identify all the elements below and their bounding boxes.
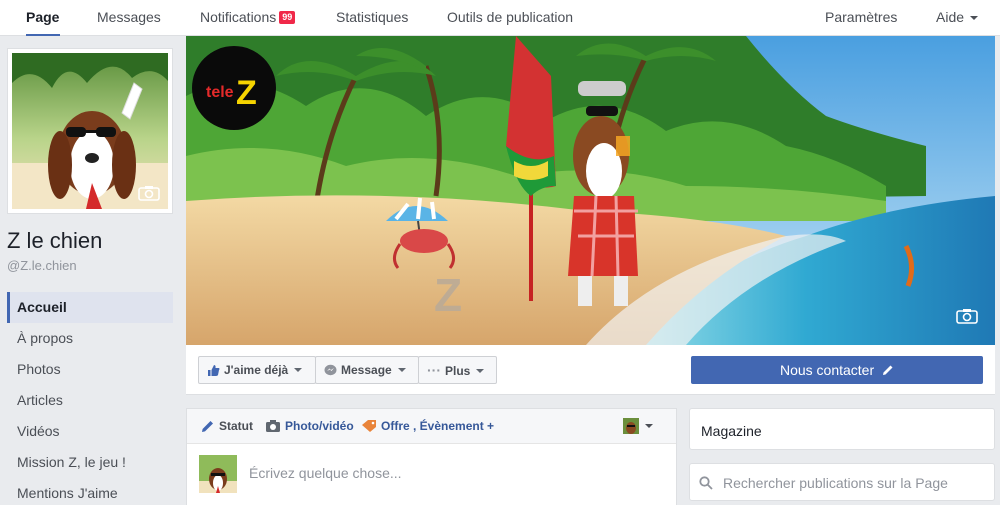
- svg-text:Z: Z: [434, 269, 462, 321]
- composer-input[interactable]: Écrivez quelque chose...: [249, 465, 402, 481]
- composer-tab-status-label: Statut: [219, 419, 253, 433]
- chevron-down-icon: [476, 369, 485, 373]
- page-title: Z le chien: [7, 228, 103, 253]
- left-nav: Accueil À propos Photos Articles Vidéos …: [7, 292, 173, 505]
- pencil-icon: [883, 365, 893, 375]
- chevron-down-icon: [397, 368, 406, 372]
- nav-item-home[interactable]: Accueil: [7, 292, 173, 323]
- post-as-selector[interactable]: [623, 409, 653, 444]
- composer-tab-photo[interactable]: Photo/vidéo: [265, 409, 354, 444]
- composer-tab-offer[interactable]: Offre , Évènement +: [361, 409, 494, 444]
- cover-image: Z tele Z: [186, 36, 995, 345]
- composer-tab-photo-label: Photo/vidéo: [285, 419, 354, 433]
- composer-tab-status[interactable]: Statut: [201, 409, 253, 444]
- page-action-bar: J'aime déjà Message ··· Plus Nous contact…: [186, 345, 995, 395]
- chevron-down-icon: [645, 424, 653, 428]
- liked-button-label: J'aime déjà: [224, 363, 289, 377]
- offer-tag-icon: [362, 420, 376, 432]
- tab-help-label: Aide: [936, 9, 965, 25]
- avatar: [199, 455, 237, 493]
- nav-item-articles[interactable]: Articles: [7, 385, 173, 416]
- top-nav: Page Messages Notifications 99 Statistiqu…: [0, 0, 1000, 36]
- composer-tabs: Statut Photo/vidéo Offre , Évènement +: [187, 409, 676, 444]
- post-composer: Statut Photo/vidéo Offre , Évènement + É…: [186, 408, 677, 505]
- notifications-badge: 99: [279, 11, 296, 24]
- page-search-box[interactable]: Rechercher publications sur la Page: [689, 463, 995, 501]
- contact-button-label: Nous contacter: [779, 362, 875, 378]
- thumbs-up-icon: [208, 365, 220, 376]
- tab-statistics[interactable]: Statistiques: [336, 0, 408, 36]
- page-avatar-icon: [623, 418, 639, 434]
- more-button[interactable]: ··· Plus: [418, 356, 497, 384]
- tab-publishing-tools[interactable]: Outils de publication: [447, 0, 573, 36]
- chevron-down-icon: [294, 368, 303, 372]
- cover-photo[interactable]: Z tele Z: [186, 36, 995, 345]
- nav-item-mission[interactable]: Mission Z, le jeu !: [7, 447, 173, 478]
- magazine-card[interactable]: Magazine: [689, 408, 995, 450]
- nav-item-about[interactable]: À propos: [7, 323, 173, 354]
- contact-button[interactable]: Nous contacter: [691, 356, 983, 384]
- page-search-input[interactable]: Rechercher publications sur la Page: [723, 475, 948, 491]
- tab-notifications-label: Notifications: [200, 9, 277, 25]
- tab-settings[interactable]: Paramètres: [825, 0, 897, 36]
- composer-tab-offer-label: Offre , Évènement +: [381, 419, 495, 433]
- logo-text-z: Z: [236, 74, 257, 112]
- chevron-down-icon: [970, 16, 979, 20]
- camera-icon[interactable]: [956, 308, 978, 324]
- tab-help[interactable]: Aide: [936, 0, 979, 36]
- page-username[interactable]: @Z.le.chien: [7, 258, 77, 273]
- tab-notifications[interactable]: Notifications 99: [200, 0, 296, 36]
- nav-item-photos[interactable]: Photos: [7, 354, 173, 385]
- nav-item-likes[interactable]: Mentions J'aime: [7, 478, 173, 505]
- message-button[interactable]: Message: [315, 356, 419, 384]
- camera-icon: [138, 186, 160, 201]
- more-button-label: Plus: [445, 364, 471, 378]
- profile-picture[interactable]: [7, 48, 173, 214]
- search-icon: [699, 476, 713, 490]
- more-dots-icon: ···: [427, 362, 441, 378]
- pencil-icon: [202, 421, 213, 432]
- nav-item-videos[interactable]: Vidéos: [7, 416, 173, 447]
- tab-messages[interactable]: Messages: [97, 0, 161, 36]
- profile-picture-image: [12, 53, 168, 209]
- liked-button[interactable]: J'aime déjà: [198, 356, 316, 384]
- messenger-icon: [324, 364, 337, 376]
- message-button-label: Message: [341, 363, 392, 377]
- logo-text-tele: tele: [206, 84, 234, 101]
- camera-icon: [266, 420, 280, 432]
- tab-page[interactable]: Page: [26, 0, 60, 36]
